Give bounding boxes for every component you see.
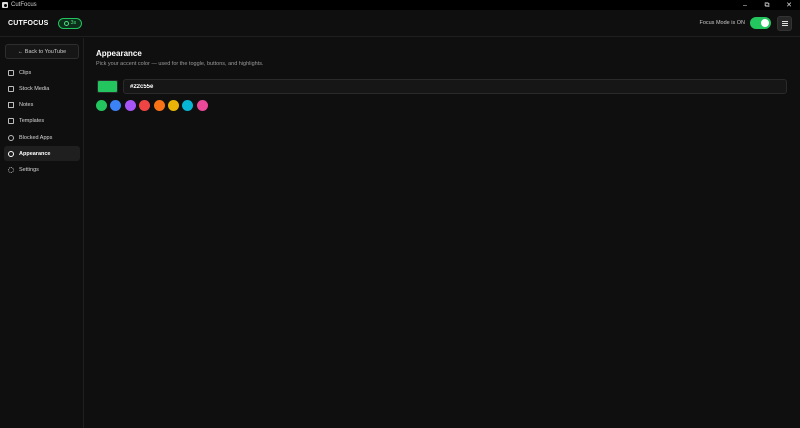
back-to-youtube-button[interactable]: ← Back to YouTube bbox=[5, 44, 79, 59]
sidebar-item-label: Templates bbox=[19, 118, 45, 125]
sidebar-item-label: Blocked Apps bbox=[19, 134, 53, 141]
window-controls: – ⧉ ✕ bbox=[734, 0, 800, 10]
page-description: Pick your accent color — used for the to… bbox=[96, 61, 264, 67]
menu-button[interactable] bbox=[777, 15, 792, 31]
minimize-button[interactable]: – bbox=[734, 0, 756, 10]
accent-color-swatch[interactable] bbox=[97, 80, 118, 93]
sidebar-item-stock-media[interactable]: Stock Media bbox=[4, 81, 80, 96]
sidebar-item-settings[interactable]: Settings bbox=[4, 163, 80, 178]
accent-hex-input[interactable] bbox=[123, 79, 787, 94]
focus-mode-toggle[interactable] bbox=[750, 17, 771, 29]
color-option-green[interactable] bbox=[96, 100, 107, 111]
sidebar-item-clips[interactable]: Clips bbox=[4, 65, 80, 80]
color-option-yellow[interactable] bbox=[167, 100, 179, 111]
sidebar-nav: Clips Stock Media Notes Templates Blocke… bbox=[4, 65, 80, 179]
main-content: Appearance Pick your accent color — used… bbox=[84, 38, 800, 428]
clip-icon bbox=[8, 69, 14, 76]
palette-icon bbox=[8, 150, 14, 157]
sidebar-item-label: Appearance bbox=[19, 150, 51, 157]
color-palette bbox=[96, 100, 208, 111]
clock-icon bbox=[63, 20, 69, 26]
sidebar-item-label: Clips bbox=[19, 69, 32, 76]
note-icon bbox=[8, 102, 14, 109]
sidebar-item-notes[interactable]: Notes bbox=[4, 98, 80, 113]
sidebar-item-templates[interactable]: Templates bbox=[4, 114, 80, 129]
page-title: Appearance bbox=[96, 49, 142, 58]
focus-mode-label: Focus Mode is ON bbox=[699, 20, 745, 26]
color-option-cyan[interactable] bbox=[182, 100, 194, 111]
brand-logo: CUTFOCUS bbox=[8, 19, 49, 27]
sidebar-item-blocked-apps[interactable]: Blocked Apps bbox=[4, 130, 80, 145]
timer-badge: 3s bbox=[57, 17, 83, 29]
sidebar-item-label: Stock Media bbox=[19, 85, 50, 92]
color-option-orange[interactable] bbox=[153, 100, 165, 111]
app-icon bbox=[2, 2, 8, 8]
color-option-blue[interactable] bbox=[110, 100, 122, 111]
sidebar-item-label: Notes bbox=[19, 102, 34, 109]
toggle-knob bbox=[761, 19, 769, 27]
color-option-purple[interactable] bbox=[124, 100, 136, 111]
block-icon bbox=[8, 134, 14, 141]
color-option-red[interactable] bbox=[139, 100, 151, 111]
timer-value: 3s bbox=[70, 20, 77, 26]
sidebar-item-appearance[interactable]: Appearance bbox=[4, 146, 80, 162]
hamburger-icon bbox=[781, 20, 788, 22]
sidebar-item-label: Settings bbox=[19, 167, 39, 174]
maximize-button[interactable]: ⧉ bbox=[756, 0, 778, 10]
gear-icon bbox=[8, 167, 14, 174]
app-header: CUTFOCUS 3s Focus Mode is ON bbox=[0, 10, 800, 37]
window-titlebar: CutFocus – ⧉ ✕ bbox=[0, 0, 800, 10]
window-title: CutFocus bbox=[11, 2, 37, 8]
close-button[interactable]: ✕ bbox=[778, 0, 800, 10]
color-option-pink[interactable] bbox=[196, 100, 208, 111]
template-icon bbox=[8, 118, 14, 125]
image-icon bbox=[8, 85, 14, 92]
sidebar: ← Back to YouTube Clips Stock Media Note… bbox=[0, 38, 84, 428]
